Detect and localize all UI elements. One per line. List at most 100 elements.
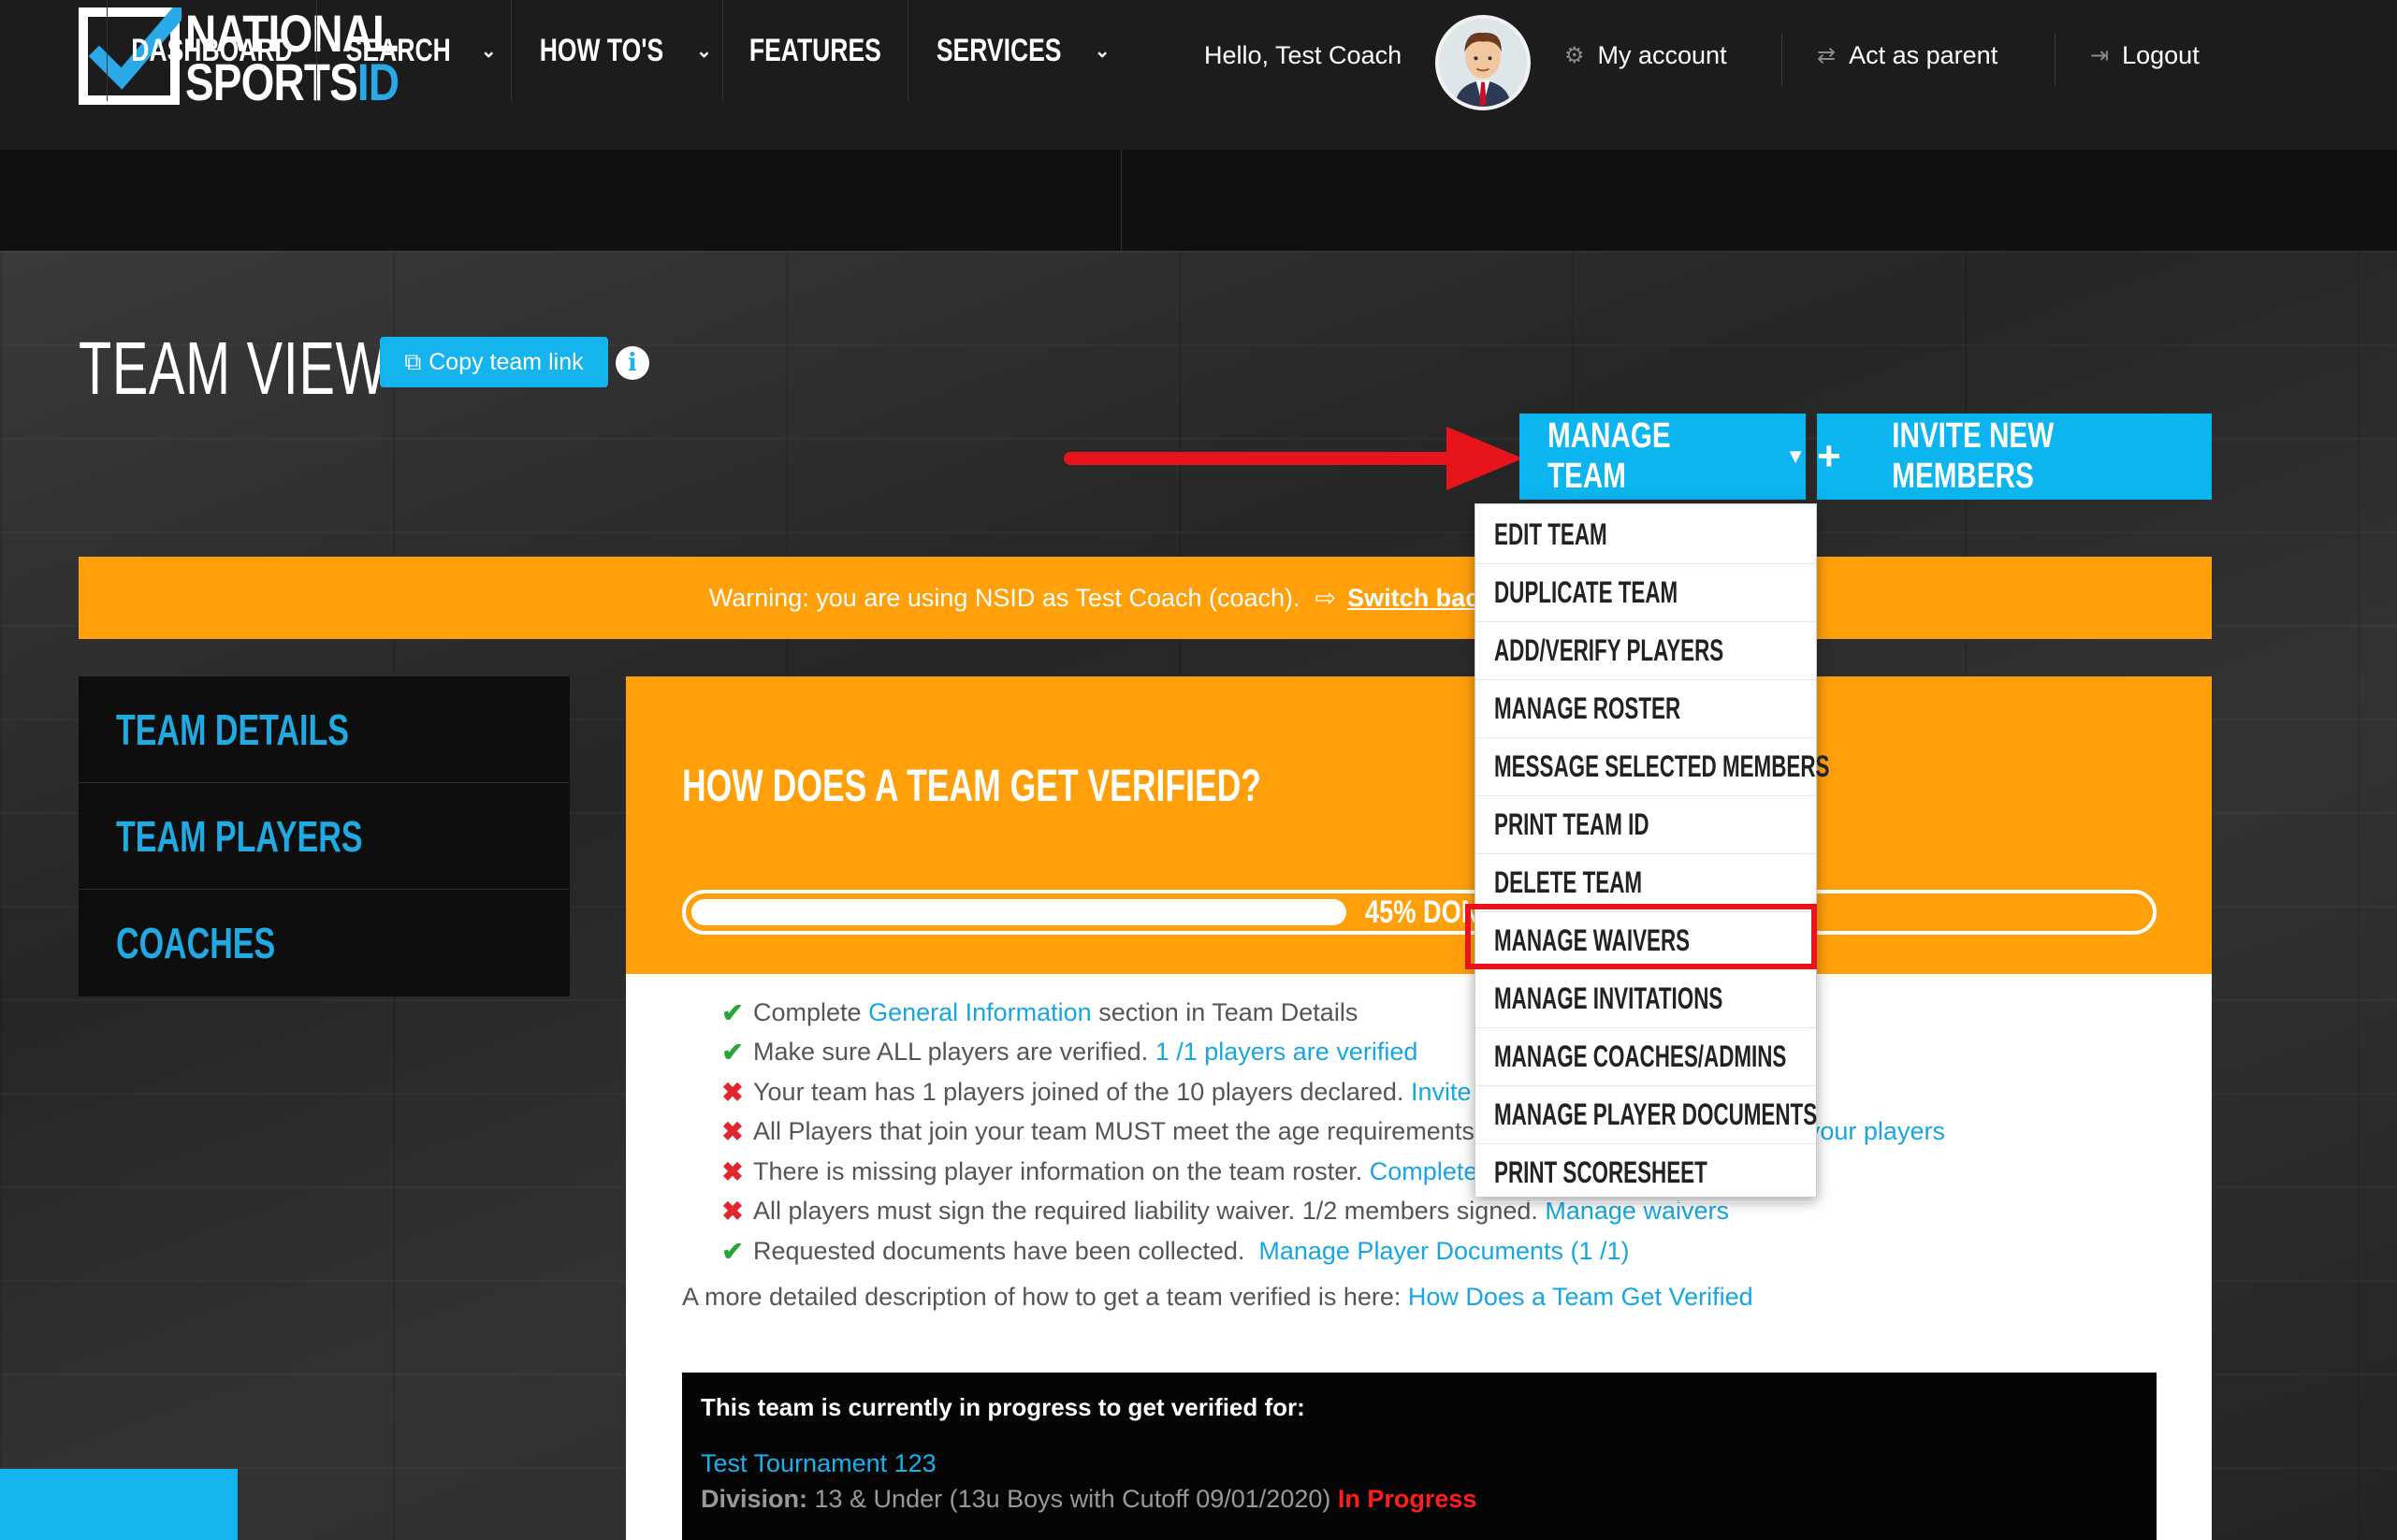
menu-item-label: MANAGE COACHES/ADMINS xyxy=(1494,1039,1787,1073)
checkmark-icon: ✔ xyxy=(721,1236,744,1266)
menu-item-manage-invitations[interactable]: MANAGE INVITATIONS xyxy=(1475,970,1816,1028)
menu-item-duplicate-team[interactable]: DUPLICATE TEAM xyxy=(1475,564,1816,622)
verification-progress-bar: 45% DON xyxy=(682,890,2157,935)
progress-fill xyxy=(691,899,1346,925)
nav-services[interactable]: SERVICES ⌄ xyxy=(908,0,1121,101)
checklist-link[interactable]: General Information xyxy=(868,998,1092,1027)
checklist-text: All players must sign the required liabi… xyxy=(753,1197,1546,1226)
my-account-link[interactable]: ⚙ My account xyxy=(1564,41,1727,70)
detail-description: A more detailed description of how to ge… xyxy=(682,1283,1753,1312)
checklist-item: ✖ Your team has 1 players joined of the 1… xyxy=(719,1072,2179,1112)
cross-icon: ✖ xyxy=(721,1156,744,1186)
checkmark-icon: ✔ xyxy=(721,997,744,1027)
chevron-down-icon: ⌄ xyxy=(696,40,712,62)
nav-divider xyxy=(1121,150,1122,251)
sidebar-item-team-details[interactable]: TEAM DETAILS xyxy=(79,676,570,783)
menu-item-print-team-id[interactable]: PRINT TEAM ID xyxy=(1475,796,1816,854)
checklist-text: section in Team Details xyxy=(1091,997,1358,1026)
checkmark-icon: ✔ xyxy=(721,1038,744,1068)
greeting-text: Hello, Test Coach xyxy=(1204,41,1402,69)
checklist-item: ✔ Make sure ALL players are verified. 1 /… xyxy=(719,1033,2179,1073)
menu-item-edit-team[interactable]: EDIT TEAM xyxy=(1475,506,1816,564)
act-as-parent-link[interactable]: ⇄ Act as parent xyxy=(1817,41,1998,70)
menu-item-manage-player-documents[interactable]: MANAGE PLAYER DOCUMENTS xyxy=(1475,1086,1818,1144)
annotation-arrow xyxy=(1064,427,1523,490)
checklist-text: Complete xyxy=(753,997,869,1026)
checklist-link[interactable]: Manage Player Documents (1 /1) xyxy=(1258,1237,1629,1266)
nav-how-tos-label: HOW TO'S xyxy=(539,32,664,68)
menu-item-manage-roster[interactable]: MANAGE ROSTER xyxy=(1475,680,1816,738)
nav-dashboard[interactable]: DASHBOARD xyxy=(107,0,316,101)
how-verified-link[interactable]: How Does a Team Get Verified xyxy=(1408,1283,1753,1311)
status-badge: In Progress xyxy=(1337,1485,1477,1513)
cross-icon: ✖ xyxy=(721,1077,744,1107)
logout-link[interactable]: ⇥ Logout xyxy=(2090,41,2200,70)
info-icon[interactable]: i xyxy=(616,346,649,380)
user-avatar[interactable] xyxy=(1435,15,1531,110)
chat-widget[interactable] xyxy=(0,1469,238,1540)
cross-icon: ✖ xyxy=(721,1197,744,1227)
nav-search-label: SEARCH xyxy=(346,32,452,68)
in-progress-title: This team is currently in progress to ge… xyxy=(701,1393,1305,1421)
checklist-text: All Players that join your team MUST mee… xyxy=(753,1117,1475,1146)
checklist-link[interactable]: 1 /1 players are verified xyxy=(1155,1038,1418,1067)
logout-icon: ⇥ xyxy=(2090,43,2110,68)
invite-new-members-label: INVITE NEW MEMBERS xyxy=(1891,416,2054,496)
checklist-item: ✖ All players must sign the required liab… xyxy=(719,1192,2179,1232)
menu-item-label: MANAGE PLAYER DOCUMENTS xyxy=(1494,1097,1818,1131)
sidebar-item-label: COACHES xyxy=(116,919,276,967)
verification-title: HOW DOES A TEAM GET VERIFIED? xyxy=(682,762,1261,811)
plus-icon: + xyxy=(1817,433,1841,479)
menu-item-label: MANAGE ROSTER xyxy=(1494,691,1681,725)
sidebar-item-coaches[interactable]: COACHES xyxy=(79,890,570,996)
nav-dashboard-label: DASHBOARD xyxy=(131,32,293,68)
manage-team-button[interactable]: MANAGE TEAM ▼ xyxy=(1519,414,1806,500)
checklist-item: ✔ Complete General Information section in… xyxy=(719,993,2179,1033)
menu-item-label: ADD/VERIFY PLAYERS xyxy=(1494,633,1724,667)
nav-features[interactable]: FEATURES xyxy=(722,0,908,101)
header-divider xyxy=(1781,34,1782,86)
checklist-text: Make sure ALL players are verified. xyxy=(753,1038,1155,1067)
in-progress-panel: This team is currently in progress to ge… xyxy=(682,1373,2157,1540)
page-title: TEAM VIEW xyxy=(79,327,387,410)
impersonation-warning-bar: Warning: you are using NSID as Test Coac… xyxy=(79,557,2212,639)
team-sidebar: TEAM DETAILS TEAM PLAYERS COACHES xyxy=(79,676,570,996)
invite-new-members-button[interactable]: + INVITE NEW MEMBERS xyxy=(1817,414,2212,500)
menu-item-label: EDIT TEAM xyxy=(1494,517,1607,551)
gear-icon: ⚙ xyxy=(1564,43,1585,68)
logout-label: Logout xyxy=(2122,41,2200,69)
sidebar-item-label: TEAM DETAILS xyxy=(116,705,349,754)
sidebar-item-team-players[interactable]: TEAM PLAYERS xyxy=(79,783,570,890)
menu-item-manage-coaches-admins[interactable]: MANAGE COACHES/ADMINS xyxy=(1475,1028,1816,1086)
menu-item-add-verify-players[interactable]: ADD/VERIFY PLAYERS xyxy=(1475,622,1816,680)
nav-how-tos[interactable]: HOW TO'S ⌄ xyxy=(511,0,722,101)
my-account-label: My account xyxy=(1597,41,1727,69)
main-navbar xyxy=(0,150,2397,251)
menu-item-label: DUPLICATE TEAM xyxy=(1494,575,1678,609)
division-value: 13 & Under (13u Boys with Cutoff 09/01/2… xyxy=(807,1485,1338,1513)
division-line: Division: 13 & Under (13u Boys with Cuto… xyxy=(701,1485,1476,1514)
nav-search[interactable]: SEARCH ⌄ xyxy=(316,0,511,101)
avatar-illustration xyxy=(1439,19,1527,107)
menu-item-message-selected-members[interactable]: MESSAGE SELECTED MEMBERS xyxy=(1475,738,1829,796)
copy-team-link-label: Copy team link xyxy=(429,348,584,375)
tournament-link[interactable]: Test Tournament 123 xyxy=(701,1449,937,1478)
checklist-text: Requested documents have been collected. xyxy=(753,1236,1259,1265)
manage-team-dropdown-menu: EDIT TEAM DUPLICATE TEAM ADD/VERIFY PLAYER… xyxy=(1475,503,1829,1202)
caret-down-icon: ▼ xyxy=(1785,444,1806,468)
chevron-down-icon: ⌄ xyxy=(480,40,497,62)
nav-services-label: SERVICES xyxy=(937,32,1062,68)
header-divider xyxy=(2055,34,2056,86)
checklist-text: There is missing player information on t… xyxy=(753,1156,1370,1185)
copy-team-link-button[interactable]: ⧉ Copy team link xyxy=(380,337,608,387)
warning-text: Warning: you are using NSID as Test Coac… xyxy=(708,583,1300,612)
checklist-text: Your team has 1 players joined of the 10… xyxy=(753,1077,1411,1106)
menu-item-label: PRINT SCORESHEET xyxy=(1494,1155,1707,1189)
menu-item-label: MANAGE INVITATIONS xyxy=(1494,981,1723,1015)
checklist-link[interactable]: Complete xyxy=(1370,1157,1478,1186)
switch-arrows-icon: ⇄ xyxy=(1817,43,1837,68)
detail-text: A more detailed description of how to ge… xyxy=(682,1283,1408,1311)
verification-card-body: ✔ Complete General Information section in… xyxy=(626,974,2212,1540)
checklist-item: ✔ Requested documents have been collected… xyxy=(719,1231,2179,1271)
menu-item-print-scoresheet[interactable]: PRINT SCORESHEET xyxy=(1475,1144,1816,1202)
